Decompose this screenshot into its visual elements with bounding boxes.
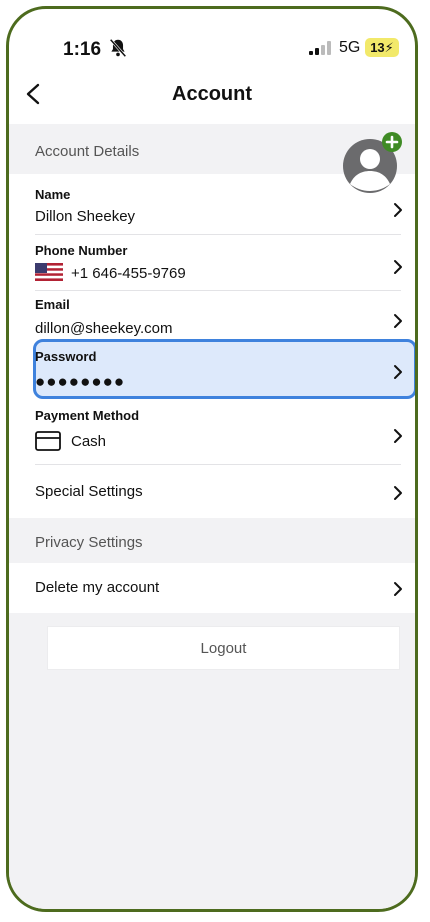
nav-bar: Account [9, 79, 415, 113]
row-special-settings[interactable]: Special Settings [9, 465, 415, 519]
row-email[interactable]: Email dillon@sheekey.com [9, 291, 415, 341]
payment-value: Cash [71, 433, 107, 450]
network-type: 5G [339, 39, 361, 56]
payment-label: Payment Method [35, 408, 140, 423]
logout-button[interactable]: Logout [47, 626, 400, 670]
special-settings-label: Special Settings [35, 483, 143, 500]
chevron-right-icon [394, 429, 402, 443]
bell-slash-icon [109, 38, 127, 58]
battery-indicator: 13⚡ [365, 38, 399, 57]
email-value: dillon@sheekey.com [35, 320, 173, 337]
row-password[interactable]: Password ●●●●●●●● [9, 342, 415, 396]
section-label-account-details: Account Details [35, 143, 140, 160]
page-title: Account [172, 83, 252, 105]
chevron-right-icon [394, 486, 402, 500]
chevron-right-icon [394, 260, 402, 274]
status-time: 1:16 [63, 39, 102, 60]
password-label: Password [35, 349, 97, 364]
name-label: Name [35, 187, 71, 202]
delete-account-label: Delete my account [35, 579, 160, 596]
row-name[interactable]: Name Dillon Sheekey [9, 174, 415, 234]
email-label: Email [35, 297, 70, 312]
password-value: ●●●●●●●● [35, 372, 126, 391]
phone-frame: 1:16 5G 13⚡ Account Account Details Name… [6, 6, 418, 912]
status-bar: 1:16 5G 13⚡ [9, 9, 415, 79]
chevron-right-icon [394, 365, 402, 379]
chevron-right-icon [394, 582, 402, 596]
row-payment-method[interactable]: Payment Method Cash [9, 402, 415, 462]
chevron-right-icon [394, 314, 402, 328]
phone-label: Phone Number [35, 243, 128, 258]
row-phone-number[interactable]: Phone Number +1 646-455-9769 [9, 235, 415, 289]
row-delete-account[interactable]: Delete my account [9, 563, 415, 613]
section-privacy-settings: Privacy Settings [9, 518, 415, 563]
us-flag-icon [35, 263, 63, 281]
credit-card-icon [35, 431, 61, 451]
chevron-right-icon [394, 203, 402, 217]
name-value: Dillon Sheekey [35, 208, 136, 225]
section-label-privacy-settings: Privacy Settings [35, 534, 143, 551]
battery-level: 13 [370, 40, 385, 55]
phone-value: +1 646-455-9769 [71, 265, 186, 282]
signal-icon [309, 41, 331, 55]
